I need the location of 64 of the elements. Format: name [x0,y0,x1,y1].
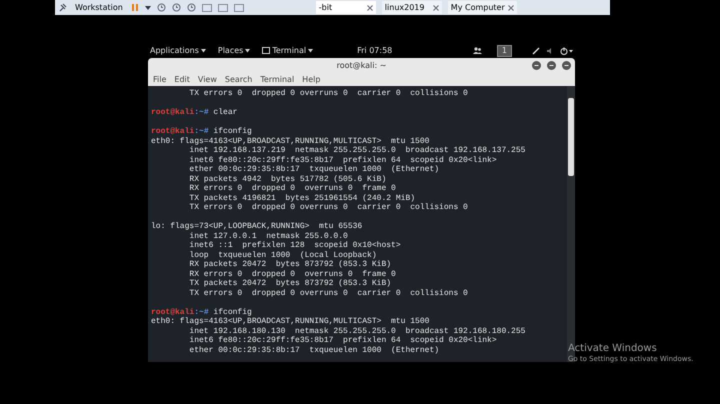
output-line: RX errors 0 dropped 0 overruns 0 frame 0 [188,184,396,193]
terminal-icon [262,47,270,54]
clock-icon[interactable] [156,3,166,12]
caret-icon [245,48,250,52]
workstation-menu[interactable]: Workstation [73,2,125,14]
vm-tab[interactable]: linux2019 [382,1,442,14]
output-line: inet 192.168.137.219 netmask 255.255.255.0 broadcast 192.168.137.255 [188,146,526,155]
top-bar-menu[interactable]: Terminal [262,44,314,56]
output-line: TX errors 0 dropped 0 overruns 0 carrier 0 collisions 0 [188,288,468,298]
workspace-indicator[interactable]: 1 [496,44,512,56]
output-line: TX errors 0 dropped 0 overruns 0 carrier 0 collisions 0 [188,89,468,98]
people-icon[interactable] [472,47,482,54]
speaker-icon[interactable] [546,46,554,54]
top-bar-menu[interactable]: Places [218,44,250,56]
activation-title: Activate Windows [568,343,658,355]
menu-item[interactable]: Help [302,74,320,86]
prompt-path: :~# [194,127,209,136]
window-icon[interactable] [202,4,212,12]
caret-icon[interactable] [144,4,151,10]
clock-icon[interactable] [172,3,181,12]
output-line: inet 127.0.0.1 netmask 255.0.0.0 [188,232,348,240]
caret-icon [200,48,206,52]
prompt-path: :~# [194,308,209,316]
prompt-path: :~# [194,108,209,117]
fullscreen-icon[interactable] [234,4,244,12]
caret-icon [308,48,314,52]
clock-icon[interactable] [186,3,196,12]
power-icon[interactable] [560,46,574,54]
command-text: ifconfig [212,308,252,316]
output-line: ether 00:0c:29:35:8b:17 txqueuelen 1000 (Ethernet) [188,346,440,354]
output-line: inet6 fe80::20c:29ff:fe35:8b17 prefixlen 64 scopeid 0x20<link> [188,336,497,345]
top-bar-menu[interactable]: Applications [150,44,206,56]
menu-item[interactable]: View [198,74,217,86]
output-line: RX errors 0 dropped 0 overruns 0 frame 0 [188,270,396,278]
output-line: inet6 fe80::20c:29ff:fe35:8b17 prefixlen 64 scopeid 0x20<link> [188,156,497,164]
menu-item[interactable]: File [153,74,166,86]
window-title: root@kali: ~ [336,60,386,72]
window-icon[interactable] [218,4,228,12]
vm-tab[interactable]: -bit [316,1,376,14]
prompt-user: root@kali [151,108,194,117]
output-line: ether 00:0c:29:35:8b:17 txqueuelen 1000 (Ethernet) [188,165,440,174]
pin-icon[interactable] [58,3,67,12]
output-line: lo: flags=73<UP,LOOPBACK,RUNNING> mtu 65536 [151,222,362,231]
output-line: eth0: flags=4163<UP,BROADCAST,RUNNING,MULTICAST> mtu 1500 [151,136,430,146]
output-line: RX packets 4942 bytes 517782 (505.6 KiB) [188,174,386,184]
menu-item[interactable]: Edit [174,74,190,86]
wand-icon[interactable] [532,46,540,54]
menu-item[interactable]: Search [224,74,252,86]
output-line: loop txqueuelen 1000 (Local Loopback) [188,250,377,260]
command-text: clear [212,108,238,117]
clock[interactable]: Fri 07:58 [357,44,392,56]
output-line: TX packets 20472 bytes 873792 (853.3 KiB) [188,279,392,288]
output-line: eth0: flags=4163<UP,BROADCAST,RUNNING,MULTICAST> mtu 1500 [151,317,430,326]
output-line: inet 192.168.180.130 netmask 255.255.255.0 broadcast 192.168.180.255 [188,326,526,336]
output-line: TX packets 4196821 bytes 251961554 (240.2 MiB) [188,194,416,202]
minimize-icon[interactable] [532,61,541,70]
prompt-user: root@kali [151,127,194,136]
output-line: TX errors 0 dropped 0 overruns 0 carrier 0 collisions 0 [188,203,468,212]
vm-tab[interactable]: My Computer [448,1,517,14]
menu-item[interactable]: Terminal [260,74,294,86]
output-line: inet6 ::1 prefixlen 128 scopeid 0x10<host> [188,241,401,250]
prompt-user: root@kali [151,308,194,316]
command-text: ifconfig [212,127,252,136]
output-line: RX packets 20472 bytes 873792 (853.3 KiB) [188,260,392,269]
